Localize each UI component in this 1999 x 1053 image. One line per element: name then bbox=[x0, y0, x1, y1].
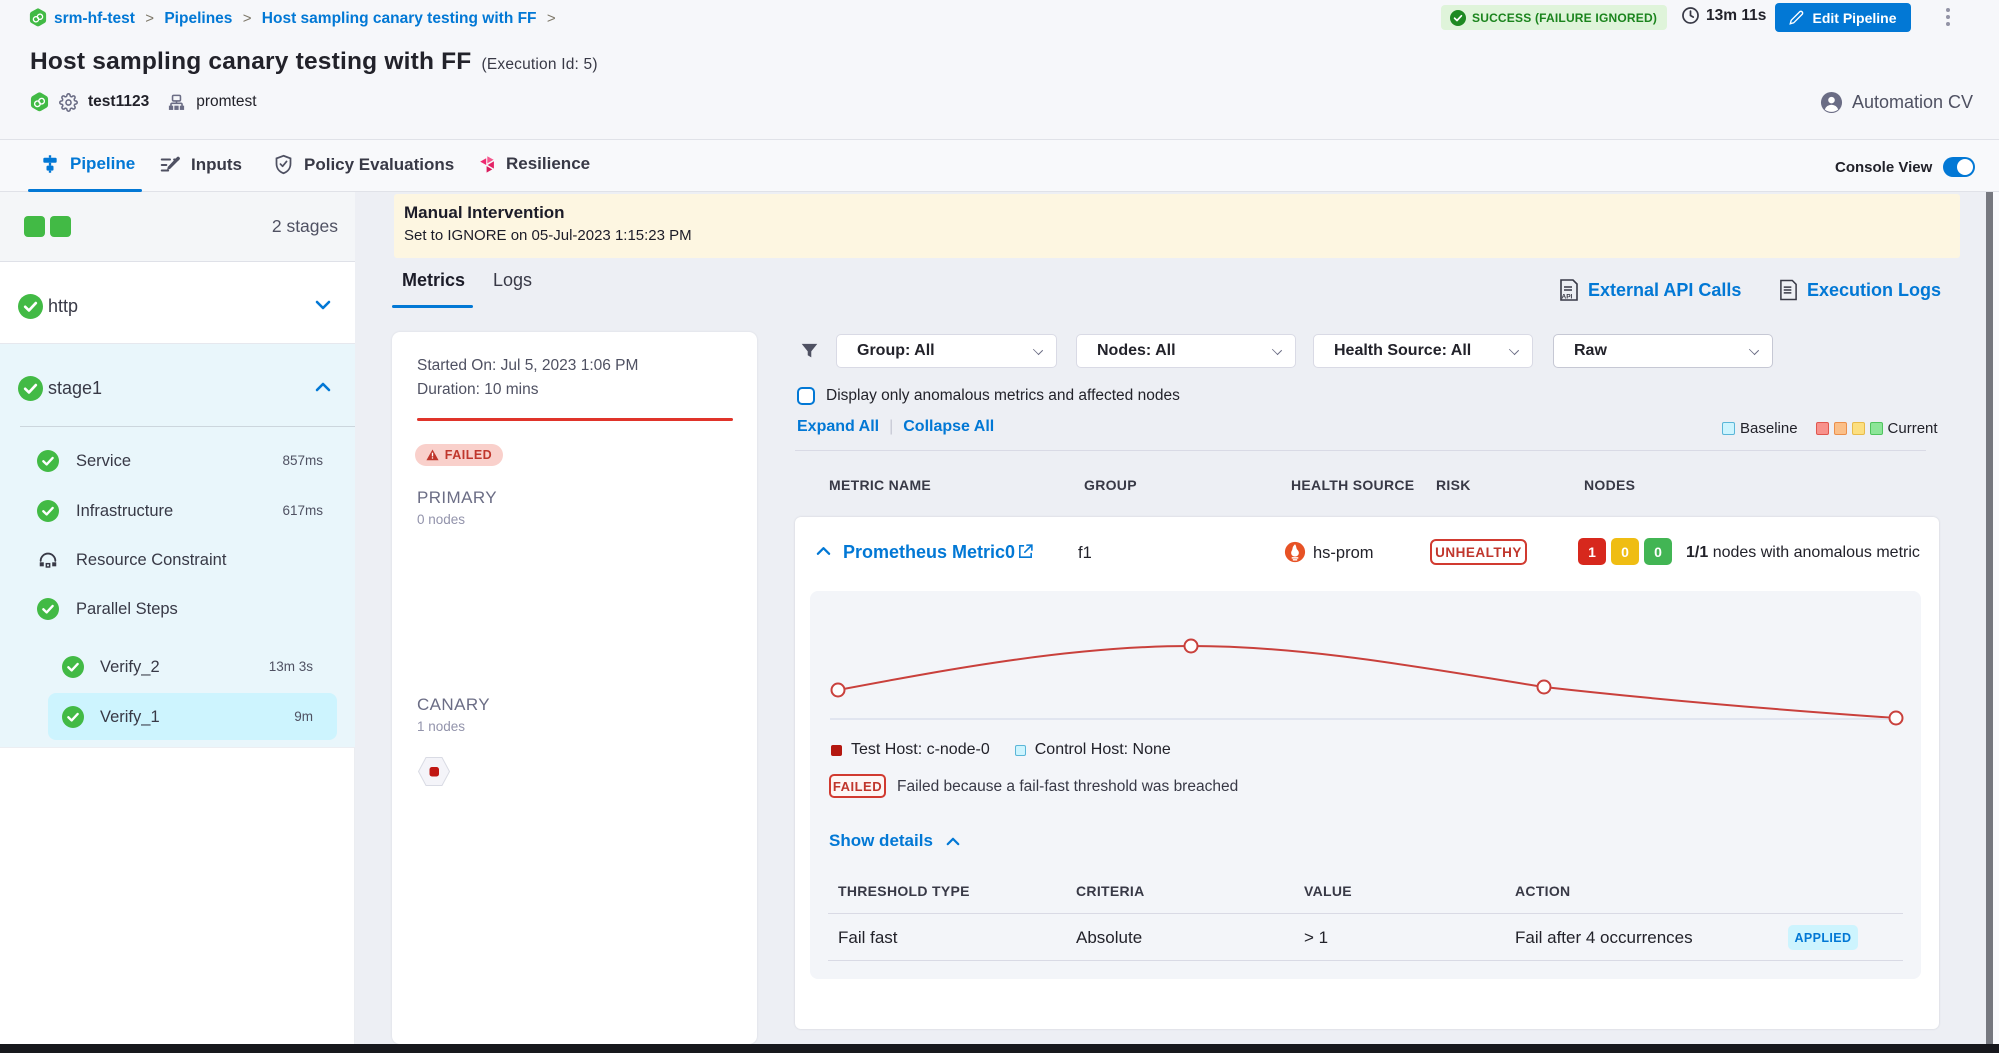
svg-text:API: API bbox=[1562, 294, 1573, 301]
